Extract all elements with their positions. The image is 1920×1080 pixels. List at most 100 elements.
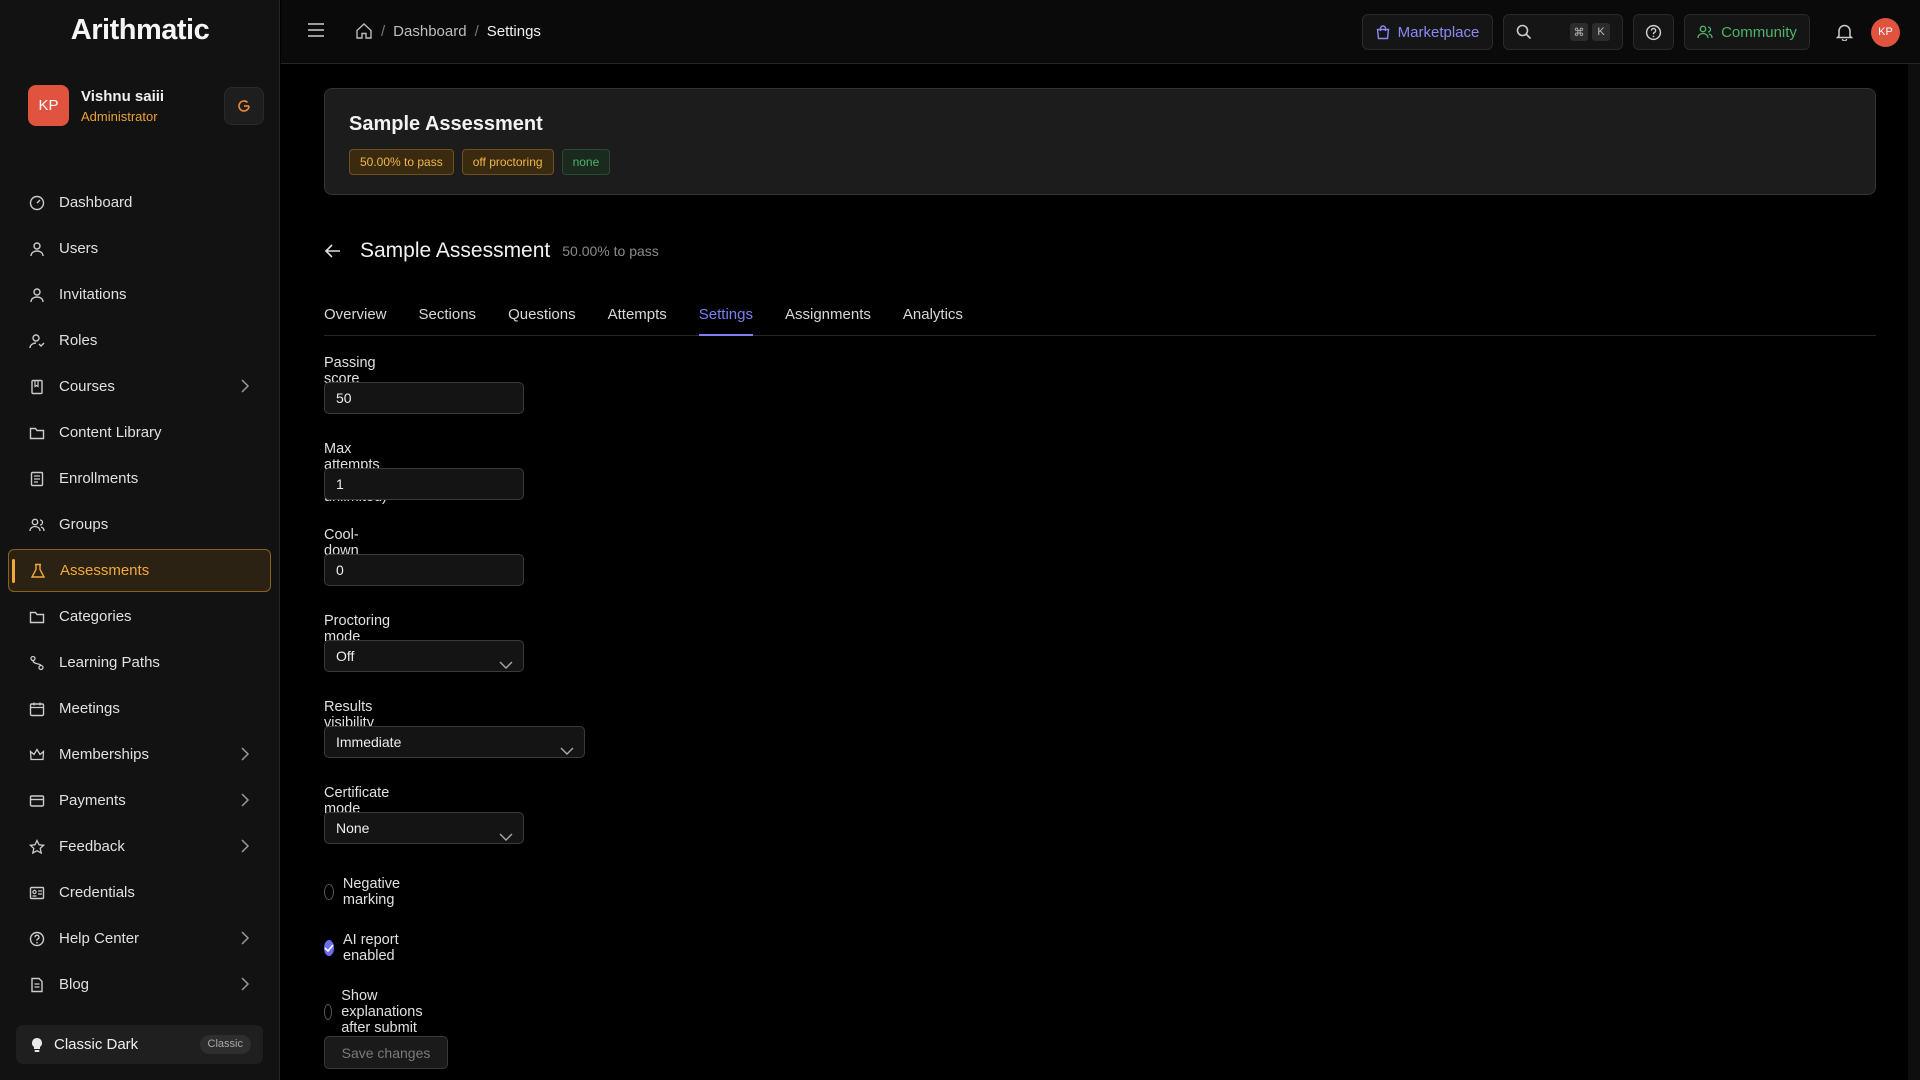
folder-icon [28, 424, 46, 442]
sidebar-item-label: Blog [59, 976, 90, 993]
negative-marking-option[interactable]: Negative marking [324, 876, 406, 908]
sidebar-item-label: Enrollments [59, 470, 139, 487]
results-visibility-value: Immediate [336, 734, 402, 750]
max-attempts-input[interactable]: 1 [324, 468, 524, 500]
passing-score-input[interactable]: 50 [324, 382, 524, 414]
topbar-actions: Marketplace ⌘ K Community KP [1352, 14, 1900, 50]
tab-analytics[interactable]: Analytics [903, 300, 963, 336]
user-avatar[interactable]: KP [1871, 17, 1900, 47]
home-icon[interactable] [355, 22, 373, 40]
proctoring-select[interactable]: Off [324, 640, 524, 672]
save-changes-button[interactable]: Save changes [324, 1036, 448, 1069]
assessment-summary-card: Sample Assessment 50.00% to pass off pro… [324, 88, 1876, 195]
sidebar-item-assessments[interactable]: Assessments [8, 549, 271, 592]
app-logo[interactable]: Arithmatic [0, 14, 280, 47]
sidebar-item-dashboard[interactable]: Dashboard [8, 181, 271, 224]
sidebar-item-groups[interactable]: Groups [8, 503, 271, 546]
breadcrumb-link[interactable]: Dashboard [393, 23, 466, 40]
sidebar-item-courses[interactable]: Courses [8, 365, 271, 408]
tab-overview[interactable]: Overview [324, 300, 387, 336]
assessment-title: Sample Assessment [349, 113, 543, 135]
sidebar-item-label: Groups [59, 516, 109, 533]
status-badge: none [561, 149, 611, 175]
user-role: Administrator [81, 109, 158, 124]
roles-icon [28, 332, 46, 350]
breadcrumb: / Dashboard / Settings [355, 22, 541, 40]
sidebar-item-label: Content Library [59, 424, 162, 441]
sidebar-item-label: Assessments [60, 562, 150, 579]
sidebar-item-content-library[interactable]: Content Library [8, 411, 271, 454]
topbar: / Dashboard / Settings Marketplace ⌘ K C… [281, 0, 1920, 64]
certificate-mode-value: None [336, 820, 370, 836]
status-badge: 50.00% to pass [349, 149, 454, 175]
sidebar-item-label: Memberships [59, 746, 150, 763]
ai-report-option[interactable]: AI report enabled [324, 932, 401, 964]
avatar[interactable]: KP [28, 85, 69, 126]
calendar-icon [28, 700, 46, 718]
sidebar-item-memberships[interactable]: Memberships [8, 733, 271, 776]
path-icon [28, 654, 46, 672]
breadcrumb-separator: / [474, 22, 479, 40]
sidebar-item-blog[interactable]: Blog [8, 963, 271, 1006]
sidebar-item-label: Users [59, 240, 99, 257]
show-explanations-option[interactable]: Show explanations after submit [324, 988, 430, 1036]
help-button[interactable] [1633, 14, 1674, 50]
page-title: Sample Assessment [360, 239, 551, 262]
menu-icon[interactable] [307, 22, 325, 42]
scrollbar[interactable] [1908, 64, 1920, 1080]
tab-assignments[interactable]: Assignments [785, 300, 871, 336]
sidebar-item-label: Help Center [59, 930, 140, 947]
tab-bar: Overview Sections Questions Attempts Set… [324, 300, 1876, 336]
refresh-button[interactable] [224, 87, 264, 125]
flask-icon [29, 562, 47, 580]
sidebar-item-roles[interactable]: Roles [8, 319, 271, 362]
shortcut-key: ⌘ [1570, 23, 1588, 41]
results-visibility-select[interactable]: Immediate [324, 726, 585, 758]
bell-icon[interactable] [1836, 23, 1853, 41]
show-explanations-label: Show explanations after submit [341, 988, 423, 1036]
ai-report-checkbox[interactable] [324, 940, 334, 956]
sidebar-item-users[interactable]: Users [8, 227, 271, 270]
community-button[interactable]: Community [1684, 14, 1810, 50]
negative-marking-checkbox[interactable] [324, 884, 334, 900]
show-explanations-checkbox[interactable] [324, 1004, 333, 1020]
sidebar-item-credentials[interactable]: Credentials [8, 871, 271, 914]
sidebar-item-label: Dashboard [59, 194, 133, 211]
chevron-down-icon [560, 736, 574, 766]
sidebar-item-payments[interactable]: Payments [8, 779, 271, 822]
tab-sections[interactable]: Sections [419, 300, 477, 336]
sidebar-item-enrollments[interactable]: Enrollments [8, 457, 271, 500]
ai-report-label: AI report enabled [343, 932, 399, 964]
chevron-right-icon [238, 746, 252, 766]
chevron-right-icon [238, 930, 252, 950]
star-icon [28, 838, 46, 856]
sidebar-item-feedback[interactable]: Feedback [8, 825, 271, 868]
sidebar-item-label: Categories [59, 608, 132, 625]
back-arrow-icon[interactable] [324, 243, 342, 259]
cooldown-input[interactable]: 0 [324, 554, 524, 586]
search-button[interactable]: ⌘ K [1503, 14, 1623, 50]
status-badges: 50.00% to pass off proctoring none [349, 149, 618, 175]
help-icon [1645, 24, 1662, 41]
theme-label: Classic Dark [54, 1036, 139, 1053]
shortcut-key: K [1592, 23, 1610, 41]
sidebar-item-learning-paths[interactable]: Learning Paths [8, 641, 271, 684]
sidebar-item-invitations[interactable]: Invitations [8, 273, 271, 316]
community-label: Community [1721, 23, 1797, 41]
sidebar-item-label: Meetings [59, 700, 120, 717]
sidebar-item-label: Courses [59, 378, 115, 395]
tab-attempts[interactable]: Attempts [608, 300, 667, 336]
page-subtitle: 50.00% to pass [562, 243, 659, 259]
tab-questions[interactable]: Questions [508, 300, 576, 336]
status-badge: off proctoring [461, 149, 554, 175]
certificate-mode-select[interactable]: None [324, 812, 524, 844]
id-card-icon [28, 884, 46, 902]
sidebar-item-label: Feedback [59, 838, 125, 855]
tab-settings[interactable]: Settings [698, 300, 753, 336]
marketplace-button[interactable]: Marketplace [1362, 14, 1493, 50]
sidebar-item-meetings[interactable]: Meetings [8, 687, 271, 730]
theme-switcher[interactable]: Classic Dark Classic [16, 1025, 263, 1064]
sidebar-item-categories[interactable]: Categories [8, 595, 271, 638]
sidebar-item-help-center[interactable]: Help Center [8, 917, 271, 960]
breadcrumb-current: Settings [486, 22, 541, 40]
